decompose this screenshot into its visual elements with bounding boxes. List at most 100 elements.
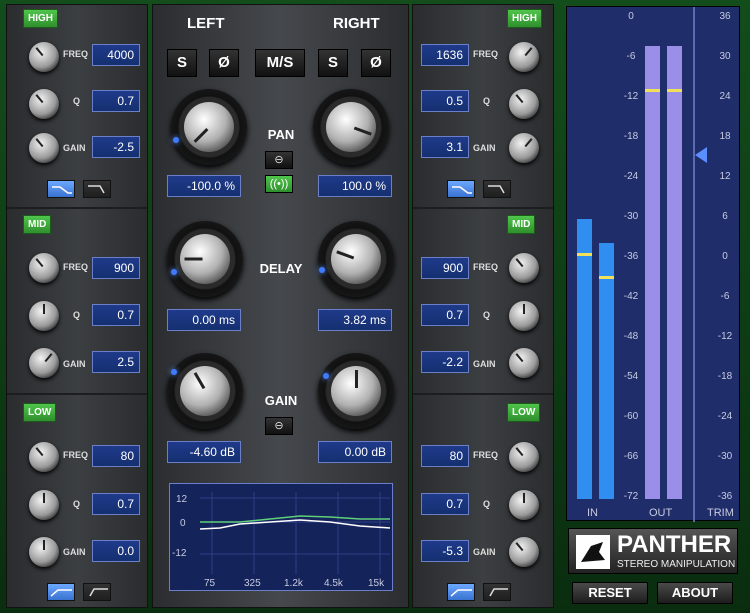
high-cut-shape-button[interactable] (47, 180, 75, 198)
low-cut-shape-button[interactable] (447, 583, 475, 601)
freq-field[interactable]: 1636 (421, 44, 469, 66)
q-knob[interactable] (509, 490, 539, 520)
delay-right-field[interactable]: 3.82 ms (318, 309, 392, 331)
x-tick: 15k (368, 578, 385, 589)
gain-link-button[interactable]: ⊖ (265, 417, 293, 435)
pan-left-field[interactable]: -100.0 % (167, 175, 241, 197)
gain-right-knob[interactable] (318, 353, 394, 429)
gain-field[interactable]: -2.5 (92, 136, 140, 158)
y-tick: -12 (172, 548, 187, 559)
gain-left-field[interactable]: -4.60 dB (167, 441, 241, 463)
gain-field[interactable]: 0.0 (92, 540, 140, 562)
gain-knob[interactable] (29, 348, 59, 378)
solo-right-button[interactable]: S (318, 49, 348, 77)
q-knob[interactable] (29, 89, 59, 119)
q-field[interactable]: 0.7 (92, 493, 140, 515)
right-high-band: HIGH 1636 FREQ 0.5 Q 3.1 GAIN (413, 5, 553, 209)
gain-knob[interactable] (29, 133, 59, 163)
q-field[interactable]: 0.7 (421, 304, 469, 326)
meter-label-in: IN (587, 507, 598, 519)
gain-right-indicator (323, 373, 329, 379)
high-shelf-shape-button[interactable] (83, 180, 111, 198)
meter-tick: -30 (623, 211, 639, 222)
freq-knob[interactable] (29, 442, 59, 472)
q-knob[interactable] (509, 301, 539, 331)
q-field[interactable]: 0.5 (421, 90, 469, 112)
high-cut-shape-button[interactable] (447, 180, 475, 198)
delay-right-knob[interactable] (318, 221, 394, 297)
freq-label: FREQ (473, 49, 499, 59)
solo-left-button[interactable]: S (167, 49, 197, 77)
phase-right-button[interactable]: Ø (361, 49, 391, 77)
gain-right-field[interactable]: 0.00 dB (318, 441, 392, 463)
low-shelf-shape-button[interactable] (83, 583, 111, 601)
freq-knob[interactable] (509, 42, 539, 72)
delay-left-field[interactable]: 0.00 ms (167, 309, 241, 331)
q-field[interactable]: 0.7 (421, 493, 469, 515)
about-button[interactable]: ABOUT (657, 582, 733, 604)
q-field[interactable]: 0.7 (92, 90, 140, 112)
gain-label: GAIN (63, 143, 86, 153)
gain-label: GAIN (264, 393, 298, 408)
gain-field[interactable]: 2.5 (92, 351, 140, 373)
meter-in-left (577, 219, 592, 499)
meter-tick: -66 (623, 451, 639, 462)
gain-label: GAIN (473, 359, 496, 369)
peak-marker (577, 253, 592, 256)
trim-handle[interactable] (695, 147, 707, 163)
pan-link-button[interactable]: ⊖ (265, 151, 293, 169)
q-knob[interactable] (29, 490, 59, 520)
meter-in-right (599, 243, 614, 499)
pan-right-field[interactable]: 100.0 % (318, 175, 392, 197)
pan-left-knob[interactable] (171, 89, 247, 165)
freq-knob[interactable] (509, 442, 539, 472)
shelf-icon (488, 185, 505, 194)
right-low-band: LOW 80 FREQ 0.7 Q -5.3 GAIN (413, 397, 553, 607)
reset-button[interactable]: RESET (572, 582, 648, 604)
pan-mode-button[interactable]: ((•)) (265, 175, 293, 193)
q-knob[interactable] (29, 301, 59, 331)
gain-left-indicator (171, 369, 177, 375)
freq-field[interactable]: 4000 (92, 44, 140, 66)
eq-curve: 12 0 -12 75 325 1.2k 4.5k 15k (172, 492, 391, 589)
freq-field[interactable]: 80 (421, 445, 469, 467)
freq-knob[interactable] (29, 253, 59, 283)
gain-knob[interactable] (509, 133, 539, 163)
x-tick: 75 (204, 578, 216, 589)
lowcut-icon (50, 589, 72, 597)
pan-right-knob[interactable] (313, 89, 389, 165)
gain-label: GAIN (473, 143, 496, 153)
freq-label: FREQ (473, 262, 499, 272)
gain-knob[interactable] (29, 537, 59, 567)
q-field[interactable]: 0.7 (92, 304, 140, 326)
low-shelf-shape-button[interactable] (483, 583, 511, 601)
meter-tick: -18 (717, 371, 733, 382)
gain-field[interactable]: -5.3 (421, 540, 469, 562)
freq-label: FREQ (63, 450, 89, 460)
high-shelf-shape-button[interactable] (483, 180, 511, 198)
gain-left-knob[interactable] (167, 353, 243, 429)
freq-knob[interactable] (509, 253, 539, 283)
delay-label: DELAY (259, 261, 303, 276)
mid-side-button[interactable]: M/S (255, 49, 305, 77)
freq-field[interactable]: 900 (92, 257, 140, 279)
brand-subtitle: STEREO MANIPULATION (617, 559, 736, 570)
gain-knob[interactable] (509, 348, 539, 378)
freq-field[interactable]: 80 (92, 445, 140, 467)
delay-left-knob[interactable] (167, 221, 243, 297)
freq-knob[interactable] (29, 42, 59, 72)
q-label: Q (73, 96, 81, 106)
freq-label: FREQ (473, 450, 499, 460)
q-knob[interactable] (509, 89, 539, 119)
meter-tick: -30 (717, 451, 733, 462)
brand-logo: PANTHER STEREO MANIPULATION (568, 528, 738, 574)
meter-tick: 36 (719, 11, 731, 22)
gain-knob[interactable] (509, 537, 539, 567)
freq-label: FREQ (63, 49, 89, 59)
pan-label: PAN (267, 127, 295, 142)
gain-field[interactable]: -2.2 (421, 351, 469, 373)
phase-left-button[interactable]: Ø (209, 49, 239, 77)
low-cut-shape-button[interactable] (47, 583, 75, 601)
gain-field[interactable]: 3.1 (421, 136, 469, 158)
freq-field[interactable]: 900 (421, 257, 469, 279)
